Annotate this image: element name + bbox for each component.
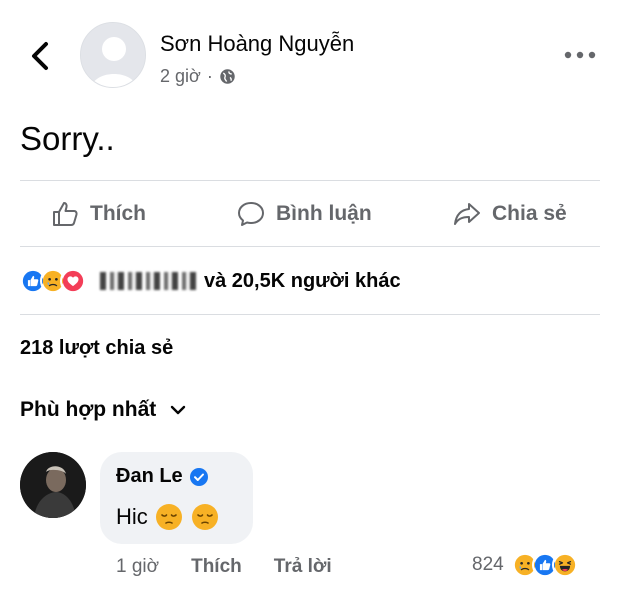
post-time[interactable]: 2 giờ <box>160 66 201 87</box>
like-label: Thích <box>90 202 146 225</box>
comment-reply-button[interactable]: Trả lời <box>274 556 332 578</box>
redacted-name <box>100 272 196 290</box>
reactions-summary-text: và 20,5K người khác <box>204 269 401 292</box>
comment-bubble-icon <box>238 202 264 226</box>
comment-text-row: Hic <box>116 502 220 532</box>
divider <box>20 180 600 181</box>
divider <box>20 314 600 315</box>
comment-label: Bình luận <box>276 202 372 225</box>
commenter-name-row: Đan Le <box>116 465 209 488</box>
divider <box>20 246 600 247</box>
meta-separator: · <box>206 66 213 86</box>
commenter-photo-icon <box>20 452 86 518</box>
verified-badge-icon <box>189 467 208 486</box>
comment-footer: 1 giờ Thích Trả lời <box>116 556 332 578</box>
comment-like-button[interactable]: Thích <box>191 556 242 578</box>
comment-reaction-icons <box>511 552 578 578</box>
pensive-emoji-icon <box>155 504 182 530</box>
share-button[interactable]: Chia sẻ <box>452 182 567 246</box>
comment-reaction-count: 824 <box>472 554 504 575</box>
comment-text: Hic <box>116 504 148 529</box>
comment-sort-dropdown[interactable]: Phù hợp nhất <box>20 398 186 422</box>
haha-icon <box>551 552 578 578</box>
more-options-icon[interactable] <box>562 46 598 64</box>
share-count[interactable]: 218 lượt chia sẻ <box>20 337 173 360</box>
post-meta: 2 giờ · <box>160 66 236 87</box>
comment-reactions[interactable]: 824 <box>472 552 578 578</box>
love-icon <box>60 268 86 294</box>
reaction-icons <box>20 268 86 294</box>
commenter-name[interactable]: Đan Le <box>116 465 183 488</box>
post-header: Sơn Hoàng Nguyễn 2 giờ · <box>0 0 620 100</box>
globe-icon <box>220 69 235 84</box>
share-label: Chia sẻ <box>492 202 567 225</box>
comment-button[interactable]: Bình luận <box>236 182 372 246</box>
author-avatar[interactable] <box>80 22 146 88</box>
pensive-emoji-icon <box>191 504 218 530</box>
like-button[interactable]: Thích <box>50 182 146 246</box>
sort-label: Phù hợp nhất <box>20 398 157 421</box>
back-arrow-icon[interactable] <box>26 38 54 74</box>
reactions-summary[interactable]: và 20,5K người khác <box>20 266 401 296</box>
action-bar: Thích Bình luận Chia sẻ <box>0 182 620 246</box>
comment-time[interactable]: 1 giờ <box>116 556 159 578</box>
commenter-avatar[interactable] <box>20 452 86 518</box>
chevron-down-icon <box>171 405 186 415</box>
author-name[interactable]: Sơn Hoàng Nguyễn <box>160 31 354 57</box>
thumbs-up-icon <box>53 202 78 226</box>
post-text: Sorry.. <box>20 120 115 157</box>
default-avatar-icon <box>81 23 145 87</box>
share-arrow-icon <box>454 203 480 225</box>
